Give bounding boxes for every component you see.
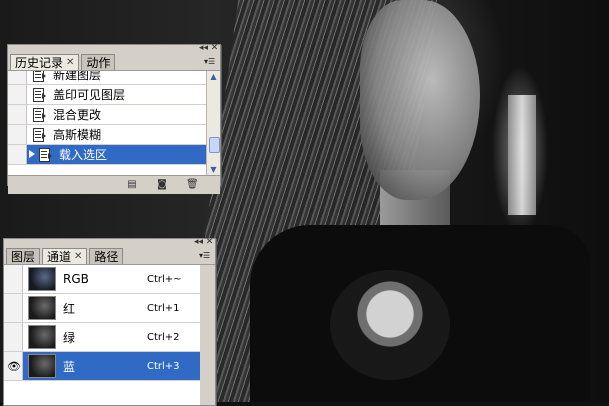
tab-label: 图层 bbox=[11, 250, 36, 264]
photo-face bbox=[360, 0, 480, 200]
channel-shortcut: Ctrl+~ bbox=[147, 273, 182, 285]
tab-paths[interactable]: 路径 bbox=[89, 248, 124, 264]
new-snapshot-icon[interactable]: ◙ bbox=[156, 179, 168, 190]
history-state-icon bbox=[33, 128, 47, 142]
history-state-pointer-icon[interactable] bbox=[29, 150, 35, 158]
tab-close-icon[interactable]: ✕ bbox=[66, 57, 74, 68]
visibility-toggle[interactable] bbox=[4, 294, 23, 322]
visibility-toggle[interactable] bbox=[4, 265, 23, 293]
history-item-label: 高斯模糊 bbox=[53, 128, 102, 142]
tab-history[interactable]: 历史记录 ✕ bbox=[10, 54, 80, 70]
history-scrollbar[interactable]: ▲ ▼ bbox=[206, 71, 220, 175]
channel-row-blue[interactable]: 👁 蓝 Ctrl+3 bbox=[4, 352, 200, 381]
history-list: 新建图层 盖印可见图层 混合更改 高斯模糊 载入选区 ▲ ▼ bbox=[8, 71, 220, 175]
history-item-selected[interactable]: 载入选区 bbox=[8, 145, 206, 165]
channels-panel: ◂◂ ✕ 图层 通道 ✕ 路径 ▾☰ RGB Ctrl+~ 红 Ctrl+1 绿… bbox=[3, 238, 216, 406]
minimize-icon[interactable]: ◂◂ bbox=[194, 238, 203, 247]
channels-tabs: 图层 通道 ✕ 路径 ▾☰ bbox=[4, 247, 215, 265]
channel-thumbnail bbox=[28, 296, 56, 320]
history-panel: ◂◂ ✕ 历史记录 ✕ 动作 ▾☰ 新建图层 盖印可见图层 混合更改 高斯模糊 … bbox=[7, 44, 221, 194]
history-item[interactable]: 新建图层 bbox=[8, 71, 206, 85]
photo-window-light bbox=[508, 95, 536, 215]
history-state-icon bbox=[33, 108, 47, 122]
eye-icon[interactable]: 👁 bbox=[7, 360, 21, 373]
tab-close-icon[interactable]: ✕ bbox=[74, 251, 82, 262]
channel-row-red[interactable]: 红 Ctrl+1 bbox=[4, 294, 200, 323]
history-state-icon bbox=[39, 148, 53, 162]
tab-layers[interactable]: 图层 bbox=[6, 248, 41, 264]
channel-label: 蓝 bbox=[63, 359, 76, 374]
history-item[interactable]: 高斯模糊 bbox=[8, 125, 206, 145]
history-tabs: 历史记录 ✕ 动作 ▾☰ bbox=[8, 53, 220, 71]
channel-label: RGB bbox=[63, 272, 89, 286]
history-item[interactable]: 混合更改 bbox=[8, 105, 206, 125]
channel-label: 红 bbox=[63, 301, 76, 316]
close-icon[interactable]: ✕ bbox=[210, 44, 219, 53]
history-item-label: 盖印可见图层 bbox=[53, 88, 126, 102]
channel-thumbnail bbox=[28, 267, 56, 291]
photo-shirt-print bbox=[330, 270, 450, 380]
channel-thumbnail bbox=[28, 325, 56, 349]
snapshot-checkbox[interactable] bbox=[8, 85, 27, 104]
tab-label: 动作 bbox=[86, 56, 111, 70]
new-document-icon[interactable]: ▤ bbox=[126, 179, 138, 190]
channel-label: 绿 bbox=[63, 330, 76, 345]
visibility-toggle[interactable]: 👁 bbox=[4, 352, 23, 380]
scroll-thumb[interactable] bbox=[209, 137, 220, 153]
scroll-down-icon[interactable]: ▼ bbox=[208, 164, 219, 175]
channel-shortcut: Ctrl+2 bbox=[147, 331, 180, 343]
panel-titlebar[interactable]: ◂◂ ✕ bbox=[4, 238, 215, 247]
scroll-up-icon[interactable]: ▲ bbox=[208, 71, 219, 82]
channel-shortcut: Ctrl+1 bbox=[147, 302, 180, 314]
channel-row-rgb[interactable]: RGB Ctrl+~ bbox=[4, 265, 200, 294]
snapshot-checkbox[interactable] bbox=[8, 125, 27, 144]
channel-row-green[interactable]: 绿 Ctrl+2 bbox=[4, 323, 200, 352]
delete-icon[interactable]: 🗑 bbox=[186, 179, 199, 190]
snapshot-checkbox[interactable] bbox=[8, 71, 27, 84]
history-item[interactable]: 盖印可见图层 bbox=[8, 85, 206, 105]
minimize-icon[interactable]: ◂◂ bbox=[199, 44, 208, 53]
snapshot-checkbox[interactable] bbox=[8, 145, 27, 164]
snapshot-checkbox[interactable] bbox=[8, 105, 27, 124]
history-item-label: 载入选区 bbox=[59, 148, 108, 162]
channels-list: RGB Ctrl+~ 红 Ctrl+1 绿 Ctrl+2 👁 蓝 Ctrl+3 bbox=[4, 265, 200, 405]
panel-menu-icon[interactable]: ▾☰ bbox=[199, 250, 213, 261]
tab-actions[interactable]: 动作 bbox=[81, 54, 116, 70]
channel-thumbnail bbox=[28, 354, 56, 378]
history-state-icon bbox=[33, 88, 47, 102]
visibility-toggle[interactable] bbox=[4, 323, 23, 351]
tab-label: 历史记录 bbox=[15, 56, 64, 70]
history-item-label: 混合更改 bbox=[53, 108, 102, 122]
close-icon[interactable]: ✕ bbox=[205, 238, 214, 247]
channel-shortcut: Ctrl+3 bbox=[147, 360, 180, 372]
tab-label: 路径 bbox=[94, 250, 119, 264]
panel-menu-icon[interactable]: ▾☰ bbox=[204, 56, 218, 67]
history-state-icon bbox=[33, 71, 47, 82]
tab-label: 通道 bbox=[47, 250, 72, 264]
history-item-label: 新建图层 bbox=[53, 71, 102, 82]
panel-titlebar[interactable]: ◂◂ ✕ bbox=[8, 44, 220, 53]
history-footer: ▤ ◙ 🗑 bbox=[8, 175, 220, 194]
tab-channels[interactable]: 通道 ✕ bbox=[42, 248, 88, 264]
